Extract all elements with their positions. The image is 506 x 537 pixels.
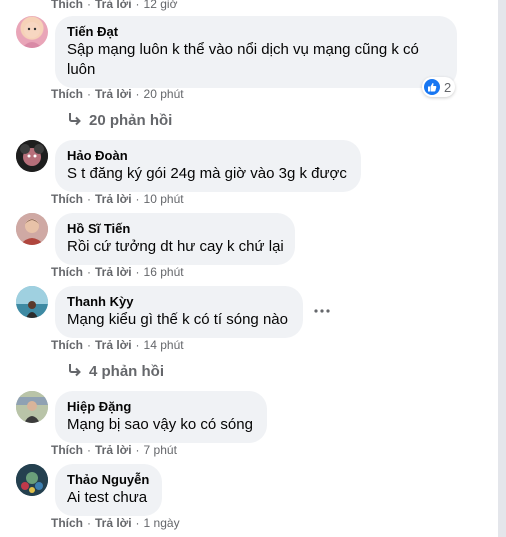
- comment-text-line: Sập mạng luôn k thể vào nổi dịch vụ mạng…: [67, 41, 419, 58]
- comment-time[interactable]: 12 giờ: [144, 0, 178, 11]
- scrollbar-track[interactable]: [498, 0, 506, 537]
- comment-text: Mạng bị sao vậy ko có sóng: [67, 416, 253, 433]
- avatar-image: [16, 213, 48, 245]
- comment-actions: Thích · Trả lời · 10 phút: [51, 192, 184, 206]
- comment-time[interactable]: 1 ngày: [144, 516, 180, 530]
- comment-actions: Thích · Trả lời · 1 ngày: [51, 516, 180, 530]
- reaction-count: 2: [444, 79, 452, 95]
- comment-text: Sập mạng luôn k thể vào nổi dịch vụ mạng…: [67, 40, 445, 80]
- replies-count-label: 20 phản hồi: [89, 112, 173, 129]
- comment-author[interactable]: Hồ Sĩ Tiến: [67, 221, 283, 237]
- comment-bubble: Thảo Nguyễn Ai test chưa: [55, 464, 162, 516]
- more-options-icon: [314, 309, 330, 313]
- like-button[interactable]: Thích: [51, 192, 83, 206]
- reply-button[interactable]: Trả lời: [95, 516, 132, 530]
- comment-text: Rồi cứ tưởng dt hư cay k chứ lại: [67, 238, 284, 255]
- avatar[interactable]: [16, 391, 48, 423]
- comment-time[interactable]: 16 phút: [144, 265, 184, 279]
- replies-count-label: 4 phản hồi: [89, 363, 164, 380]
- like-button[interactable]: Thích: [51, 443, 83, 457]
- reply-button[interactable]: Trả lời: [95, 87, 132, 101]
- separator: ·: [135, 443, 140, 457]
- comment-text: Ai test chưa: [67, 489, 148, 506]
- comment-actions: Thích · Trả lời · 14 phút: [51, 338, 184, 352]
- separator: ·: [87, 192, 91, 206]
- comment-actions: Thích · Trả lời · 16 phút: [51, 265, 184, 279]
- comment-actions: Thích · Trả lời · 20 phút: [51, 87, 184, 101]
- like-button[interactable]: Thích: [51, 0, 83, 11]
- reply-button[interactable]: Trả lời: [95, 265, 132, 279]
- avatar-image: [16, 286, 48, 318]
- reply-button[interactable]: Trả lời: [95, 0, 132, 11]
- comment-feed: Thích · Trả lời · 12 giờ Tiến Đạt Sập mạng l…: [0, 0, 498, 537]
- like-button[interactable]: Thích: [51, 516, 83, 530]
- comment-bubble: Thanh Kỳy Mạng kiểu gì thế k có tí sóng …: [55, 286, 303, 338]
- comment-time[interactable]: 14 phút: [144, 338, 184, 352]
- reply-button[interactable]: Trả lời: [95, 443, 132, 457]
- comment-bubble: Hảo Đoàn S t đăng ký gói 24g mà giờ vào …: [55, 140, 361, 192]
- avatar[interactable]: [16, 16, 48, 48]
- comment-author[interactable]: Thảo Nguyễn: [67, 472, 150, 488]
- comment-author[interactable]: Tiến Đạt: [67, 24, 445, 40]
- avatar-image: [16, 464, 48, 496]
- like-button[interactable]: Thích: [51, 87, 83, 101]
- separator: ·: [135, 87, 140, 101]
- comment-time[interactable]: 7 phút: [144, 443, 177, 457]
- comment-text: Mạng kiểu gì thế k có tí sóng nào: [67, 311, 288, 328]
- separator: ·: [135, 192, 140, 206]
- reply-button[interactable]: Trả lời: [95, 338, 132, 352]
- avatar-image: [16, 391, 48, 423]
- view-replies-link[interactable]: 20 phản hồi: [67, 111, 172, 130]
- comment-bubble: Tiến Đạt Sập mạng luôn k thể vào nổi dịc…: [55, 16, 457, 88]
- view-replies-link[interactable]: 4 phản hồi: [67, 362, 164, 381]
- avatar[interactable]: [16, 213, 48, 245]
- separator: ·: [135, 516, 140, 530]
- avatar-image: [22, 22, 42, 48]
- separator: ·: [87, 443, 91, 457]
- avatar[interactable]: [16, 140, 48, 172]
- comment-bubble: Hiệp Đặng Mạng bị sao vậy ko có sóng: [55, 391, 267, 443]
- separator: ·: [135, 0, 140, 11]
- separator: ·: [87, 338, 91, 352]
- comment-author[interactable]: Hảo Đoàn: [67, 148, 349, 164]
- separator: ·: [135, 338, 140, 352]
- avatar[interactable]: [16, 286, 48, 318]
- separator: ·: [87, 516, 91, 530]
- comment-actions: Thích · Trả lời · 7 phút: [51, 443, 177, 457]
- avatar-image: [16, 140, 48, 172]
- separator: ·: [87, 265, 91, 279]
- like-icon: [424, 79, 440, 95]
- comment-time[interactable]: 10 phút: [144, 192, 184, 206]
- comment-text-line: luôn: [67, 61, 96, 78]
- comment-bubble: Hồ Sĩ Tiến Rồi cứ tưởng dt hư cay k chứ …: [55, 213, 295, 265]
- comment-actions: Thích · Trả lời · 12 giờ: [51, 0, 177, 11]
- comment-text: S t đăng ký gói 24g mà giờ vào 3g k được: [67, 165, 347, 182]
- comment-time[interactable]: 20 phút: [144, 87, 184, 101]
- more-options-button[interactable]: [308, 297, 336, 325]
- like-button[interactable]: Thích: [51, 265, 83, 279]
- reply-button[interactable]: Trả lời: [95, 192, 132, 206]
- separator: ·: [135, 265, 140, 279]
- comment-author[interactable]: Hiệp Đặng: [67, 399, 255, 415]
- comment-author[interactable]: Thanh Kỳy: [67, 294, 291, 310]
- separator: ·: [87, 87, 91, 101]
- reply-arrow-icon: [69, 364, 81, 377]
- avatar[interactable]: [16, 464, 48, 496]
- reaction-badge[interactable]: 2: [422, 77, 456, 97]
- like-button[interactable]: Thích: [51, 338, 83, 352]
- separator: ·: [87, 0, 91, 11]
- reply-arrow-icon: [69, 113, 81, 126]
